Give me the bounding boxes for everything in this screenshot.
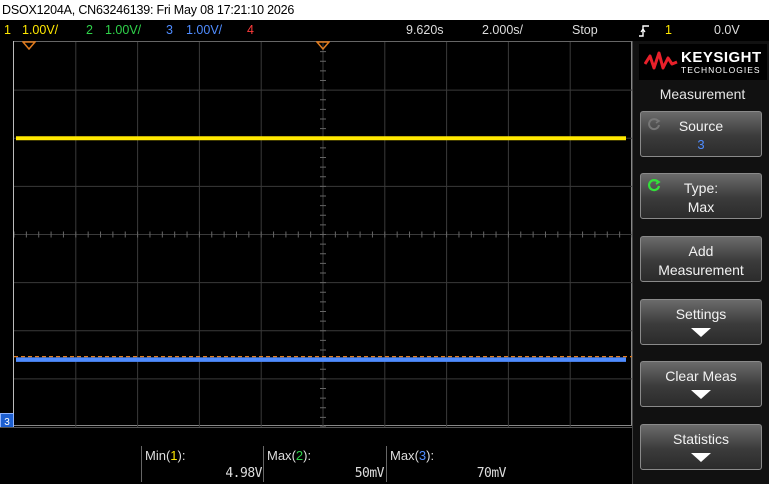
keysight-wave-icon — [644, 51, 678, 70]
time-position[interactable]: 9.620s — [406, 20, 444, 40]
logo-wordmark: KEYSIGHT — [681, 49, 762, 66]
run-state[interactable]: Stop — [572, 20, 598, 40]
time-reference-marker — [316, 41, 330, 50]
trigger-edge-icon — [638, 20, 650, 40]
graticule-grid — [14, 42, 632, 427]
source-label: Source — [678, 118, 724, 134]
status-bar: 1 1.00V/ 2 1.00V/ 3 1.00V/ 4 9.620s 2.00… — [0, 20, 769, 40]
waveform-display[interactable] — [14, 41, 632, 427]
ch2-number[interactable]: 2 — [86, 20, 93, 40]
ch2-scale[interactable]: 1.00V/ — [105, 20, 141, 40]
time-scale[interactable]: 2.000s/ — [482, 20, 523, 40]
type-value: Max — [687, 199, 715, 215]
down-arrow-icon — [691, 390, 711, 399]
measurement-1-value: 4.98V — [225, 466, 262, 481]
trigger-position-marker — [22, 41, 36, 50]
measurement-3-value: 70mV — [476, 466, 507, 481]
add-measurement-softkey[interactable]: Add Measurement — [640, 236, 762, 282]
measurement-bar — [0, 427, 632, 484]
measurement-divider — [386, 446, 387, 482]
window-title: DSOX1204A, CN63246139: Fri May 08 17:21:… — [0, 0, 769, 20]
settings-softkey[interactable]: Settings — [640, 299, 762, 345]
trigger-channel[interactable]: 1 — [665, 20, 672, 40]
keysight-logo: KEYSIGHT TECHNOLOGIES — [639, 44, 767, 80]
down-arrow-icon — [691, 328, 711, 337]
settings-label: Settings — [675, 306, 727, 322]
type-label: Type: — [683, 180, 719, 196]
add-measurement-label-line1: Add — [688, 243, 714, 259]
down-arrow-icon — [691, 453, 711, 462]
ch4-number[interactable]: 4 — [247, 20, 254, 40]
ch1-number[interactable]: 1 — [4, 20, 11, 40]
measurement-3-label: Max(3): — [390, 448, 435, 463]
ch3-scale[interactable]: 1.00V/ — [186, 20, 222, 40]
source-softkey[interactable]: Source 3 — [640, 111, 762, 157]
clear-meas-softkey[interactable]: Clear Meas — [640, 361, 762, 407]
source-value: 3 — [697, 137, 705, 152]
clear-meas-label: Clear Meas — [665, 368, 737, 384]
measurement-divider — [263, 446, 264, 482]
measurement-2-label: Max(2): — [267, 448, 312, 463]
trigger-level[interactable]: 0.0V — [714, 20, 740, 40]
type-softkey[interactable]: Type: Max — [640, 173, 762, 219]
add-measurement-label-line2: Measurement — [658, 262, 744, 278]
logo-subtitle: TECHNOLOGIES — [681, 65, 761, 75]
statistics-softkey[interactable]: Statistics — [640, 424, 762, 470]
menu-title: Measurement — [659, 86, 746, 102]
measurement-2-value: 50mV — [354, 466, 385, 481]
measurement-1-label: Min(1): — [145, 448, 186, 463]
ch1-scale[interactable]: 1.00V/ — [22, 20, 58, 40]
ch3-number[interactable]: 3 — [166, 20, 173, 40]
channel-marker-gutter: 3 — [0, 41, 14, 433]
statistics-label: Statistics — [672, 431, 729, 447]
measurement-divider — [141, 446, 142, 482]
